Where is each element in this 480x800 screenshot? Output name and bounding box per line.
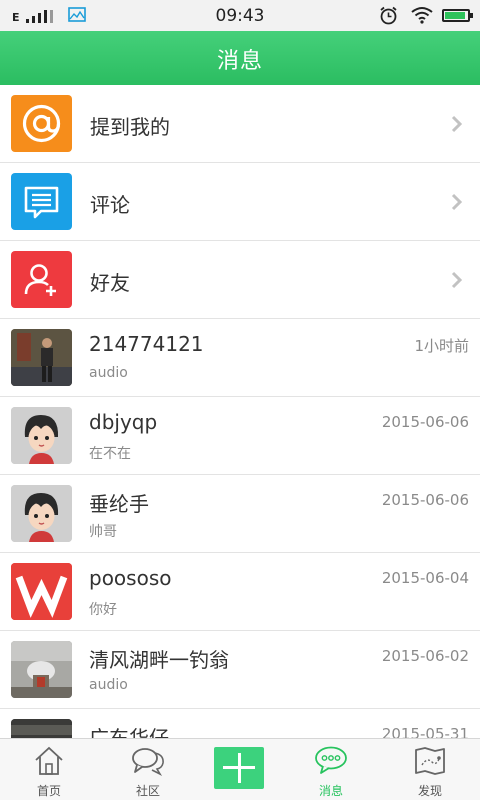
contact-name: poososo [89,566,172,590]
comments-icon-tile [11,173,72,230]
conversation-row[interactable]: 广东华仔 2015-05-31 [0,709,480,738]
conversation-row[interactable]: 214774121 audio 1小时前 [0,319,480,397]
avatar-wps-logo [11,563,72,620]
friends-icon-tile [11,251,72,308]
avatar [11,641,72,698]
message-preview: audio [89,677,128,693]
discover-map-icon [415,747,445,775]
chevron-right-icon [451,193,463,211]
tab-label: 发现 [417,784,442,798]
category-row-mentions[interactable]: 提到我的 [0,85,480,163]
tab-label: 社区 [135,784,160,798]
at-sign-icon [22,104,61,143]
conversation-row[interactable]: 清风湖畔一钓翁 audio 2015-06-02 [0,631,480,709]
contact-name: 垂纶手 [89,492,149,516]
avatar-cartoon-girl [11,407,72,464]
chevron-right-icon [451,115,463,133]
status-bar: E 09:43 [0,0,480,31]
message-time: 2015-06-04 [381,569,469,587]
clock: 09:43 [215,6,265,26]
chevron-right-icon [451,271,463,289]
tab-home[interactable]: 首页 [1,739,97,800]
avatar [11,407,72,464]
message-time: 2015-06-06 [381,413,469,431]
add-post-button[interactable] [214,747,264,789]
category-label: 评论 [90,193,130,217]
add-friend-icon [24,264,56,296]
bottom-tab-bar: 首页 社区 消息 发现 [0,738,480,800]
battery-level [445,12,465,19]
message-preview: 帅哥 [89,524,117,540]
contact-name: 清风湖畔一钓翁 [89,648,229,672]
category-label: 提到我的 [90,115,170,139]
category-label: 好友 [90,271,130,295]
avatar-cartoon-girl [11,485,72,542]
tab-label: 首页 [36,784,61,798]
contact-name: dbjyqp [89,410,158,434]
category-row-comments[interactable]: 评论 [0,163,480,241]
message-preview: 在不在 [89,446,131,462]
conversation-row[interactable]: dbjyqp 在不在 2015-06-06 [0,397,480,475]
avatar [11,719,72,738]
tab-messages[interactable]: 消息 [283,739,379,800]
conversation-row[interactable]: poososo 你好 2015-06-04 [0,553,480,631]
message-icon [315,746,347,774]
message-time: 1小时前 [414,337,469,355]
avatar [11,485,72,542]
tab-discover[interactable]: 发现 [382,739,478,800]
community-icon [132,748,164,776]
home-icon [35,746,63,775]
conversation-row[interactable]: 垂纶手 帅哥 2015-06-06 [0,475,480,553]
avatar-photo-man [11,329,72,386]
message-time: 2015-06-06 [381,491,469,509]
avatar [11,563,72,620]
avatar-photo-dark [11,719,72,738]
contact-name: 214774121 [89,332,204,356]
avatar [11,329,72,386]
avatar-photo-outdoor [11,641,72,698]
contact-name: 广东华仔 [89,726,169,738]
tab-community[interactable]: 社区 [100,739,196,800]
battery-icon [442,9,473,22]
tab-label: 消息 [318,784,343,798]
message-preview: audio [89,365,128,381]
message-list[interactable]: 提到我的 评论 好友 214774121 audio 1小时前 dbjyqp 在… [0,85,480,738]
message-preview: 你好 [89,602,117,618]
category-row-friends[interactable]: 好友 [0,241,480,319]
alarm-icon [380,6,397,25]
comment-icon [24,186,59,219]
mentions-icon-tile [11,95,72,152]
wifi-icon [411,7,433,24]
page-title: 消息 [216,49,263,74]
title-bar: 消息 [0,31,480,85]
message-time: 2015-06-02 [381,647,469,665]
message-time: 2015-05-31 [381,725,469,738]
